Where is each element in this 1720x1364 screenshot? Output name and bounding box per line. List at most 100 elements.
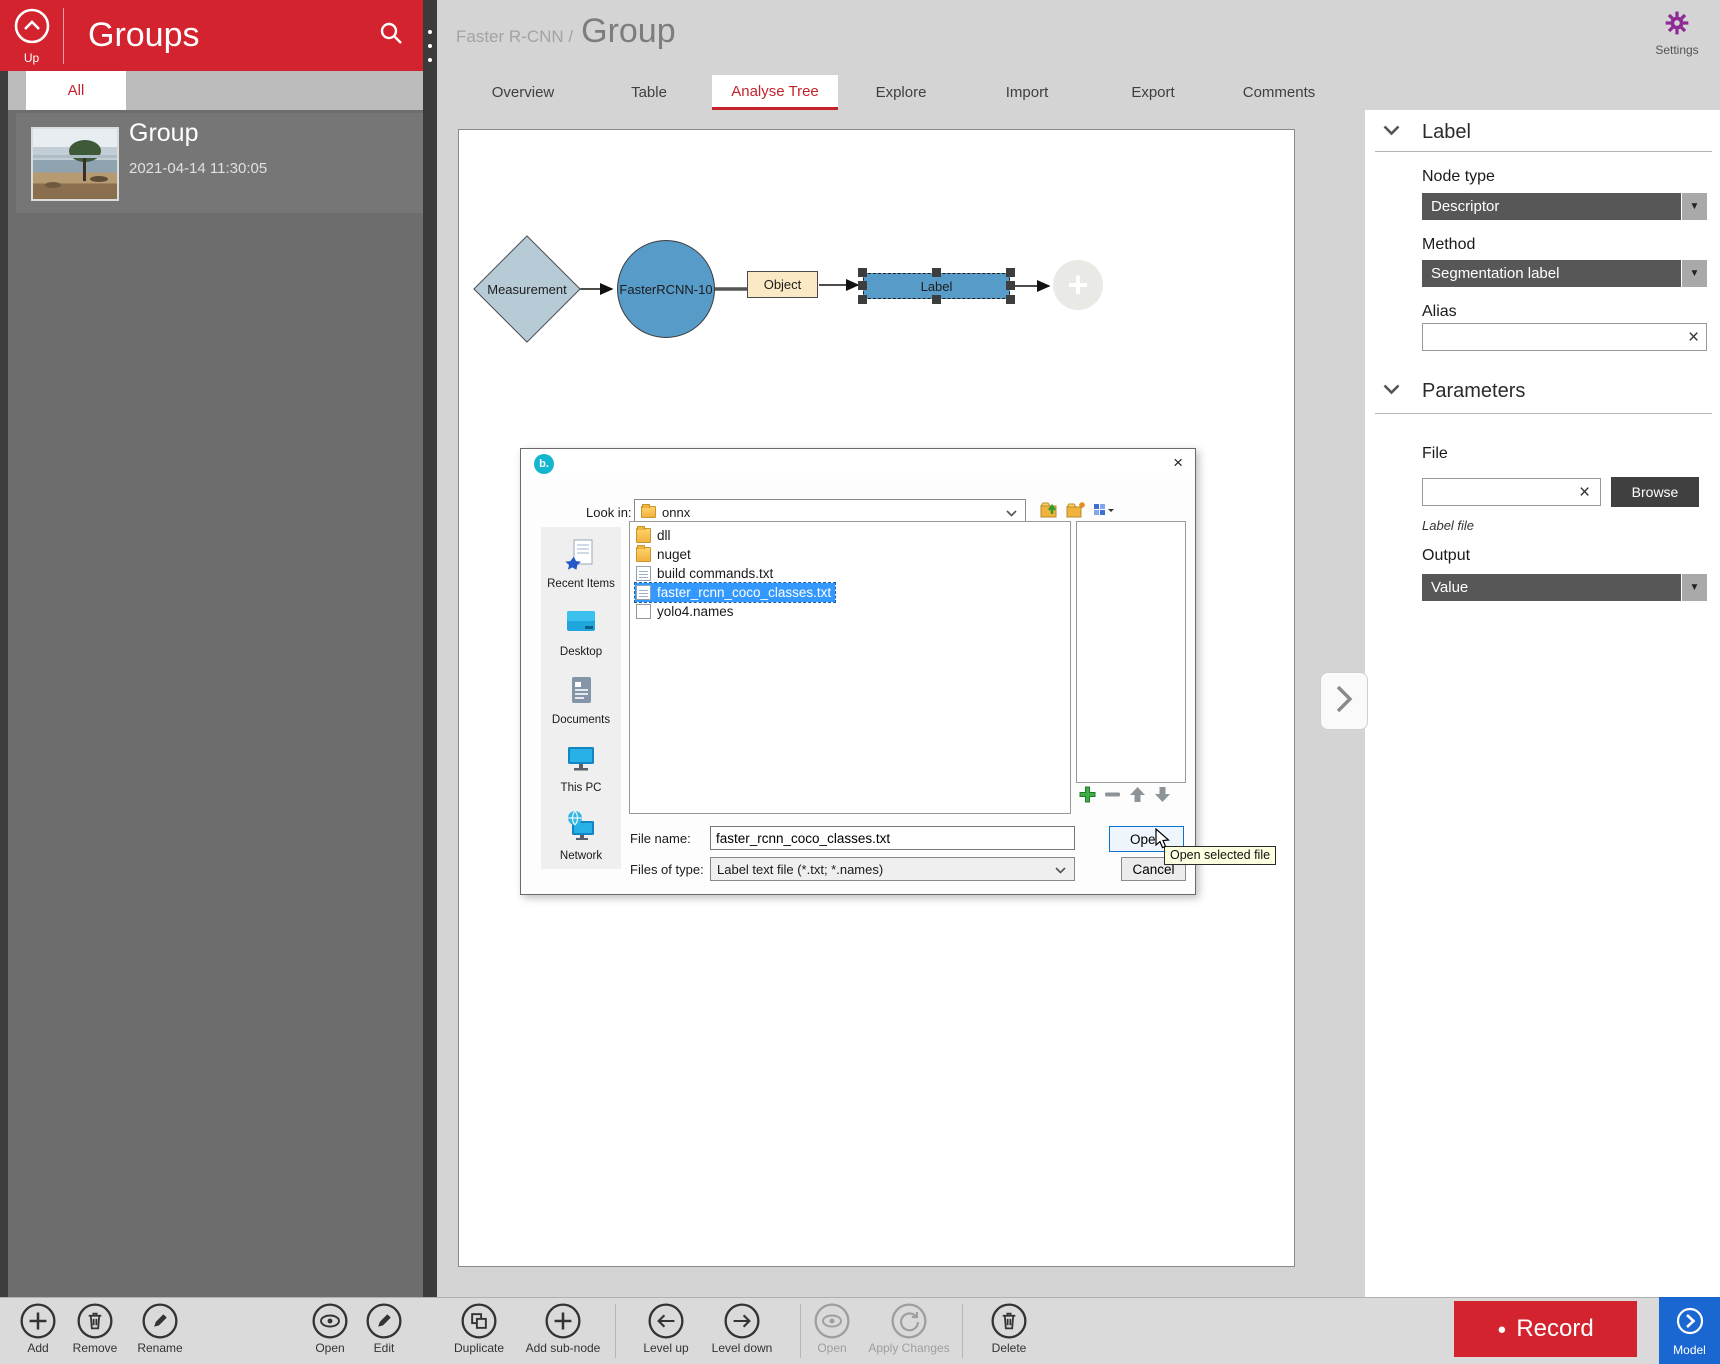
tab-export[interactable]: Export (1090, 75, 1216, 110)
new-folder-icon[interactable] (1066, 500, 1086, 522)
node-type-dropdown[interactable]: Descriptor ▼ (1422, 193, 1707, 220)
open-node-button[interactable]: Open (794, 1302, 870, 1355)
dialog-titlebar[interactable]: b. × (521, 449, 1195, 479)
chevron-up-circle-icon (13, 7, 51, 50)
settings-label: Settings (1655, 43, 1698, 57)
close-icon[interactable]: × (1173, 453, 1183, 473)
edit-button[interactable]: Edit (346, 1302, 422, 1355)
add-node-button[interactable]: + (1053, 260, 1103, 310)
selection-handle[interactable] (1006, 281, 1015, 290)
selection-handle[interactable] (858, 295, 867, 304)
toolbar-label: Level down (712, 1341, 773, 1355)
file-row-nuget[interactable]: nuget (635, 545, 695, 564)
file-name-input[interactable] (710, 826, 1075, 850)
method-value: Segmentation label (1431, 265, 1559, 282)
selection-handle[interactable] (858, 281, 867, 290)
add-sub-node-button[interactable]: Add sub-node (525, 1302, 601, 1355)
label-section-header[interactable]: Label (1383, 121, 1471, 144)
tab-table[interactable]: Table (586, 75, 712, 110)
place-label: This PC (561, 782, 602, 794)
dropdown-arrow-icon[interactable]: ▼ (1681, 193, 1707, 220)
toolbar-label: Remove (73, 1341, 118, 1355)
place-label: Desktop (560, 646, 602, 658)
places-sidebar: Recent Items Desktop Documents This PC N… (541, 527, 621, 869)
browse-button[interactable]: Browse (1611, 477, 1699, 507)
sidebar-header: Up Groups (0, 0, 423, 71)
mouse-cursor (1152, 828, 1174, 855)
panel-expander-button[interactable] (1320, 672, 1368, 730)
sidebar-title: Groups (64, 16, 369, 55)
move-down-icon[interactable] (1154, 786, 1171, 806)
clear-alias-icon[interactable]: × (1688, 328, 1699, 347)
selection-handle[interactable] (858, 268, 867, 277)
tab-overview[interactable]: Overview (460, 75, 586, 110)
node-measurement-label: Measurement (467, 276, 587, 302)
place-label: Network (560, 850, 602, 862)
breadcrumb-parent[interactable]: Faster R-CNN / (456, 27, 573, 47)
page-title: Group (581, 12, 676, 51)
alias-input[interactable] (1422, 323, 1707, 351)
file-name: dll (657, 528, 671, 543)
duplicate-button[interactable]: Duplicate (441, 1302, 517, 1355)
file-row-yolo4-names[interactable]: yolo4.names (635, 602, 738, 621)
group-timestamp: 2021-04-14 11:30:05 (129, 160, 267, 177)
place-recent-items[interactable]: Recent Items (541, 537, 621, 590)
output-dropdown[interactable]: Value ▼ (1422, 574, 1707, 601)
file-caption: Label file (1422, 518, 1474, 533)
tab-explore[interactable]: Explore (838, 75, 964, 110)
tab-analyse-tree[interactable]: Analyse Tree (712, 75, 838, 110)
chevron-down-icon (1383, 124, 1400, 142)
file-list[interactable]: dll nuget build commands.txt faster_rcnn… (629, 521, 1071, 814)
toolbar-label: Open (817, 1341, 846, 1355)
file-name-label: File name: (630, 831, 691, 846)
file-row-dll[interactable]: dll (635, 526, 675, 545)
file-row-build-commands[interactable]: build commands.txt (635, 564, 777, 583)
node-object[interactable]: Object (747, 271, 818, 298)
selection-handle[interactable] (932, 295, 941, 304)
model-button[interactable]: Model (1659, 1297, 1720, 1364)
place-this-pc[interactable]: This PC (541, 741, 621, 794)
remove-item-icon[interactable] (1104, 786, 1121, 806)
toolbar-label: Apply Changes (868, 1341, 949, 1355)
files-of-type-dropdown[interactable]: Label text file (*.txt; *.names) (710, 857, 1075, 881)
dropdown-arrow-icon[interactable]: ▼ (1681, 260, 1707, 287)
parameters-section-header[interactable]: Parameters (1383, 380, 1525, 403)
add-item-icon[interactable] (1079, 786, 1096, 806)
tab-comments[interactable]: Comments (1216, 75, 1342, 110)
selection-handle[interactable] (932, 268, 941, 277)
clear-file-icon[interactable]: × (1579, 483, 1590, 502)
place-network[interactable]: Network (541, 809, 621, 862)
rename-button[interactable]: Rename (122, 1302, 198, 1355)
dropdown-arrow-icon[interactable]: ▼ (1681, 574, 1707, 601)
selection-handle[interactable] (1006, 268, 1015, 277)
record-button[interactable]: ● Record (1454, 1301, 1637, 1357)
toolbar-label: Level up (643, 1341, 688, 1355)
settings-button[interactable]: Settings (1648, 10, 1706, 57)
group-thumbnail (31, 127, 119, 201)
up-one-level-icon[interactable] (1039, 500, 1059, 522)
alias-label: Alias (1422, 303, 1457, 321)
groups-sidebar: Up Groups All Group 2021-04-14 11:30:05 (0, 0, 423, 1297)
app-window: Up Groups All Group 2021-04-14 11:30:05 (0, 0, 1720, 1364)
selection-handle[interactable] (1006, 295, 1015, 304)
sidebar-tab-all[interactable]: All (26, 71, 126, 110)
group-list-item[interactable]: Group 2021-04-14 11:30:05 (16, 113, 423, 213)
up-button[interactable]: Up (0, 0, 63, 71)
move-up-icon[interactable] (1129, 786, 1146, 806)
place-desktop[interactable]: Desktop (541, 605, 621, 658)
level-up-button[interactable]: Level up (628, 1302, 704, 1355)
place-documents[interactable]: Documents (541, 673, 621, 726)
delete-button[interactable]: Delete (971, 1302, 1047, 1355)
level-down-button[interactable]: Level down (704, 1302, 780, 1355)
file-input[interactable] (1422, 478, 1601, 506)
method-dropdown[interactable]: Segmentation label ▼ (1422, 260, 1707, 287)
tab-import[interactable]: Import (964, 75, 1090, 110)
combo-arrow-icon (1006, 505, 1017, 520)
sidebar-splitter[interactable] (423, 0, 437, 1364)
group-list: Group 2021-04-14 11:30:05 (0, 110, 423, 1297)
file-row-selected[interactable]: faster_rcnn_coco_classes.txt (635, 583, 835, 602)
view-menu-icon[interactable] (1093, 500, 1113, 522)
apply-changes-button[interactable]: Apply Changes (871, 1302, 947, 1355)
search-button[interactable] (369, 14, 413, 58)
node-fasterrcnn[interactable]: FasterRCNN-10 (617, 240, 715, 338)
